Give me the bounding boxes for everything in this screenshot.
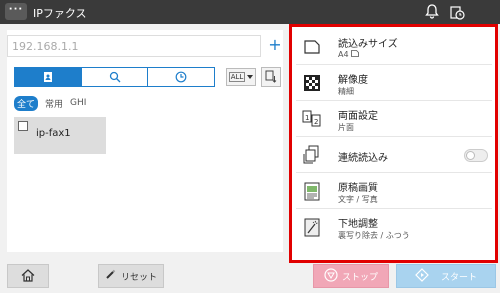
filter-all[interactable]: 全て [14, 95, 39, 111]
duplex-icon: 12 [302, 108, 322, 130]
history-tab[interactable] [148, 68, 215, 87]
continuous-scan-icon [302, 144, 322, 166]
scan-size-icon [302, 36, 322, 58]
bell-icon[interactable] [423, 3, 441, 21]
destination-panel: 192.168.1.1 + ALL 全て 常用 GHI ip-fax1 [7, 30, 283, 252]
reset-icon [105, 269, 116, 283]
reset-button[interactable]: リセット [98, 264, 164, 288]
app-title: IPファクス [33, 7, 87, 20]
setting-background-adjust[interactable]: 下地調整 裏写り除去 / ふつう [296, 210, 492, 245]
setting-value: 精細 [338, 87, 354, 96]
search-mode-tabs [14, 67, 215, 87]
reset-label: リセット [120, 272, 157, 283]
index-dropdown-value: ALL [228, 72, 246, 82]
setting-value: 裏写り除去 / ふつう [338, 231, 410, 240]
setting-label: 連続読込み [338, 153, 388, 164]
toggle-knob [466, 151, 475, 160]
search-tab[interactable] [81, 68, 149, 87]
filter-ghi[interactable]: GHI [70, 98, 86, 108]
address-book-tab[interactable] [15, 68, 82, 86]
setting-original-quality[interactable]: 原稿画質 文字 / 写真 [296, 174, 492, 209]
history-icon [175, 68, 187, 87]
settings-panel: 読込みサイズ A4 解像度 精細 12 両面設定 片面 連続読込み 原稿画質 文… [289, 24, 498, 263]
sort-icon [265, 68, 277, 87]
setting-label: 原稿画質 [338, 183, 378, 194]
address-book-icon [42, 68, 54, 87]
add-destination-button[interactable]: + [267, 35, 283, 57]
job-status-icon[interactable] [448, 3, 466, 21]
original-quality-icon [302, 180, 322, 202]
destination-checkbox[interactable] [18, 121, 28, 131]
stop-button[interactable]: ストップ [313, 264, 389, 288]
setting-continuous-scan[interactable]: 連続読込み [296, 138, 492, 173]
background-adjust-icon [302, 216, 322, 238]
index-filter-row: 全て 常用 GHI [14, 95, 86, 111]
stop-label: ストップ [341, 272, 378, 283]
setting-value: 文字 / 写真 [338, 195, 378, 204]
destination-card[interactable]: ip-fax1 [14, 117, 106, 154]
setting-label: 解像度 [338, 75, 368, 86]
menu-button[interactable]: ··· [5, 3, 27, 20]
destination-name: ip-fax1 [36, 128, 71, 139]
setting-label: 下地調整 [338, 219, 378, 230]
svg-text:1: 1 [305, 114, 309, 122]
stop-icon [324, 267, 338, 285]
setting-label: 両面設定 [338, 111, 378, 122]
sort-button[interactable] [261, 67, 281, 87]
start-icon [415, 267, 429, 285]
home-button[interactable] [7, 264, 49, 288]
chevron-down-icon [247, 73, 254, 81]
header-bar: ··· IPファクス [0, 0, 500, 24]
portrait-orientation-icon [351, 50, 360, 59]
resolution-icon [302, 72, 322, 94]
setting-value: 片面 [338, 123, 354, 132]
filter-frequent[interactable]: 常用 [45, 97, 63, 110]
setting-value: A4 [338, 50, 360, 59]
start-label: スタート [440, 272, 477, 283]
search-icon [109, 68, 121, 87]
home-icon [21, 267, 35, 286]
continuous-scan-toggle[interactable] [464, 149, 488, 162]
setting-label: 読込みサイズ [338, 39, 398, 50]
index-dropdown[interactable]: ALL [226, 68, 256, 86]
svg-text:2: 2 [314, 118, 318, 126]
setting-scan-size[interactable]: 読込みサイズ A4 [296, 30, 492, 65]
address-input[interactable]: 192.168.1.1 [7, 35, 261, 57]
setting-duplex[interactable]: 12 両面設定 片面 [296, 102, 492, 137]
start-button[interactable]: スタート [396, 264, 496, 288]
setting-resolution[interactable]: 解像度 精細 [296, 66, 492, 101]
